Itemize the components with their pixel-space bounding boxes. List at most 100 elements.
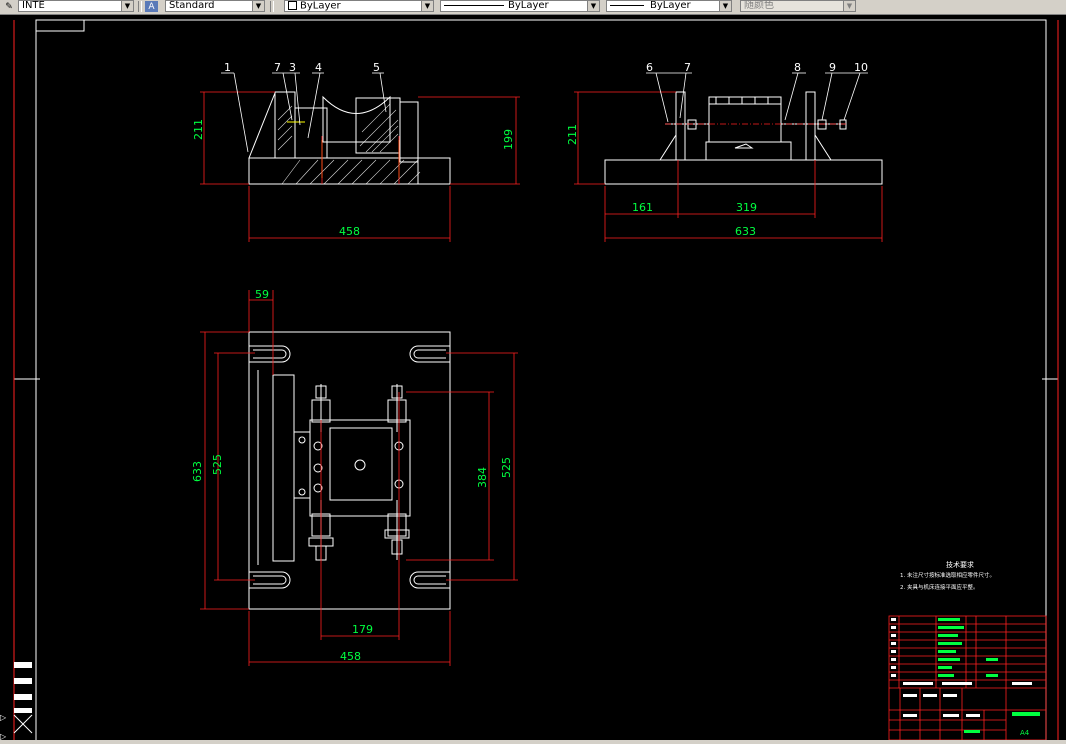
leader: [233, 72, 249, 153]
support-block: [705, 141, 792, 161]
title-block: [888, 615, 1047, 741]
text-cell: [891, 658, 896, 661]
part-label: 9: [829, 61, 836, 74]
side-plate: [274, 91, 296, 159]
hole: [298, 436, 306, 444]
line-sample-icon: [444, 4, 504, 6]
rib: [659, 133, 677, 161]
dimension-text: 525: [211, 454, 224, 475]
part-label: 8: [794, 61, 801, 74]
text-cell: [938, 666, 952, 669]
dimension-text: 161: [632, 201, 653, 214]
leader: [282, 72, 293, 121]
base-plate: [248, 157, 451, 185]
text-style-icon[interactable]: A: [145, 1, 158, 12]
text-cell: [891, 674, 896, 677]
chevron-down-icon[interactable]: ▼: [843, 1, 855, 11]
base-plate: [248, 331, 451, 610]
side-plate: [805, 91, 816, 161]
front-view: 1 7 3 4 5 211 199 458: [192, 61, 520, 242]
text-cell: [1012, 682, 1032, 685]
side-view: 6 7 8 9 10 211 161 319 633: [566, 61, 883, 242]
chevron-down-icon[interactable]: ▼: [252, 1, 264, 11]
leader: [294, 72, 301, 126]
slot: [409, 345, 450, 363]
support-block: [248, 92, 276, 159]
linetype-bylayer-select[interactable]: ByLayer ▼: [440, 0, 600, 12]
layer-value: ByLayer: [300, 0, 341, 12]
text-cell: [891, 642, 896, 645]
text-cell: [903, 694, 917, 697]
slot: [249, 345, 291, 363]
text-cell: [938, 650, 956, 653]
part-label: 10: [854, 61, 868, 74]
clamp-block: [293, 431, 311, 499]
text-cell: [938, 658, 960, 661]
text-cell: [938, 626, 964, 629]
left-palette: ▷ ▷: [0, 662, 33, 741]
fixture-body: [309, 419, 411, 517]
chevron-down-icon[interactable]: ▼: [121, 1, 133, 11]
right-foot: [417, 157, 451, 185]
detail-line: [715, 97, 769, 104]
leader: [821, 72, 833, 121]
palette-item[interactable]: [14, 708, 32, 713]
text-cell: [903, 714, 917, 717]
text-cell: [923, 694, 937, 697]
arrow-icon: ▷: [0, 713, 7, 722]
text-cell: [938, 634, 958, 637]
part-label: 7: [684, 61, 691, 74]
layer-select[interactable]: ByLayer ▼: [284, 0, 434, 12]
leader: [379, 72, 387, 113]
leader: [655, 72, 669, 123]
text-cell: [938, 618, 960, 621]
text-cell: [1012, 712, 1040, 716]
part-label: 4: [315, 61, 322, 74]
sheet-size: A4: [1020, 729, 1030, 737]
hole: [354, 459, 366, 471]
text-cell: [986, 658, 998, 661]
title-block-text: A4: [891, 618, 1040, 737]
drawing-canvas[interactable]: 1 7 3 4 5 211 199 458 6 7 8 9 10 211 161…: [0, 14, 1066, 744]
linetype-bylayer-value: ByLayer: [508, 0, 549, 11]
chevron-down-icon[interactable]: ▼: [587, 1, 599, 11]
part-label: 1: [224, 61, 231, 74]
color-swatch-icon: [288, 1, 297, 10]
linetype-icon[interactable]: ✎: [2, 0, 16, 13]
chevron-down-icon[interactable]: ▼: [421, 1, 433, 11]
lineweight-select[interactable]: ByLayer ▼: [606, 0, 732, 12]
dimension-text: 458: [340, 650, 361, 663]
side-plate: [272, 374, 295, 562]
part-label: 7: [274, 61, 281, 74]
dimension-text: 211: [566, 124, 579, 145]
bom-table: [888, 615, 1047, 741]
dimension-text: 59: [255, 288, 269, 301]
detail-line: [734, 143, 754, 149]
linetype-select[interactable]: INTE ▼: [18, 0, 134, 12]
slot: [413, 575, 446, 585]
palette-item[interactable]: [14, 694, 32, 700]
dimension-text: 384: [476, 467, 489, 488]
palette-item[interactable]: [14, 678, 32, 684]
slot: [249, 571, 291, 589]
slot: [413, 349, 446, 359]
plot-style-select[interactable]: 随颜色 ▼: [740, 0, 856, 12]
text-style-select[interactable]: Standard ▼: [165, 0, 265, 12]
base-plate: [604, 159, 883, 185]
label-box: [35, 19, 85, 32]
text-cell: [942, 682, 972, 685]
palette-item[interactable]: [14, 662, 32, 668]
text-cell: [891, 650, 896, 653]
chevron-down-icon[interactable]: ▼: [719, 1, 731, 11]
dimension-text: 633: [191, 461, 204, 482]
lineweight-value: ByLayer: [650, 0, 691, 11]
hole: [298, 488, 306, 496]
side-plate: [675, 91, 686, 161]
text-cell: [964, 730, 980, 733]
toolbar-separator: [138, 1, 142, 12]
hatch: [277, 105, 293, 151]
rib: [814, 133, 832, 161]
text-cell: [986, 674, 998, 677]
notes-line: 1. 未注尺寸按标准选取相应零件尺寸。: [900, 571, 995, 579]
text-cell: [966, 714, 980, 717]
